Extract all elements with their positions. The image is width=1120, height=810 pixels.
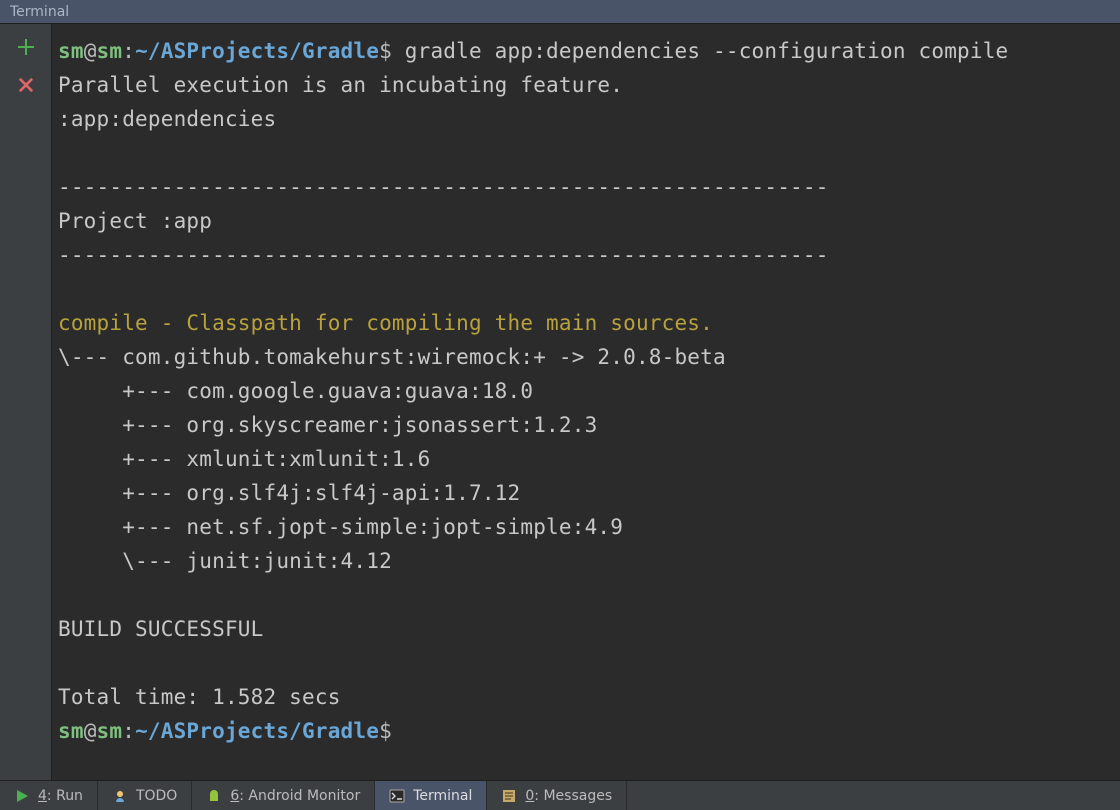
- terminal-gutter: [0, 24, 52, 780]
- new-session-icon[interactable]: [15, 36, 37, 58]
- prompt-dollar: $: [379, 39, 392, 63]
- line-build: BUILD SUCCESSFUL: [58, 617, 264, 641]
- line-project: Project :app: [58, 209, 212, 233]
- prompt2-user: sm: [58, 719, 84, 743]
- tab-todo-label: TODO: [136, 788, 177, 804]
- tab-messages-label: 0: Messages: [525, 788, 612, 804]
- tab-android-monitor[interactable]: 6: Android Monitor: [192, 781, 375, 810]
- tab-messages[interactable]: 0: Messages: [487, 781, 627, 810]
- terminal-output[interactable]: sm@sm:~/ASProjects/Gradle$ gradle app:de…: [52, 24, 1120, 780]
- dep-5: +--- net.sf.jopt-simple:jopt-simple:4.9: [58, 515, 623, 539]
- prompt-user: sm: [58, 39, 84, 63]
- line-parallel: Parallel execution is an incubating feat…: [58, 73, 623, 97]
- line-compile: compile - Classpath for compiling the ma…: [58, 311, 713, 335]
- hr2: ----------------------------------------…: [58, 243, 829, 267]
- dep-2: +--- org.skyscreamer:jsonassert:1.2.3: [58, 413, 597, 437]
- tab-run-label: 4: Run: [38, 788, 83, 804]
- tab-run[interactable]: 4: Run: [0, 781, 98, 810]
- prompt-at: @: [84, 39, 97, 63]
- tab-android-label: 6: Android Monitor: [230, 788, 360, 804]
- tab-todo[interactable]: TODO: [98, 781, 192, 810]
- dep-1: +--- com.google.guava:guava:18.0: [58, 379, 533, 403]
- dep-0: \--- com.github.tomakehurst:wiremock:+ -…: [58, 345, 726, 369]
- messages-icon: [501, 788, 517, 804]
- android-icon: [206, 788, 222, 804]
- prompt-host: sm: [97, 39, 123, 63]
- dep-6: \--- junit:junit:4.12: [58, 549, 392, 573]
- terminal-panel-title: Terminal: [0, 0, 1120, 24]
- dep-3: +--- xmlunit:xmlunit:1.6: [58, 447, 430, 471]
- line-task: :app:dependencies: [58, 107, 276, 131]
- dep-4: +--- org.slf4j:slf4j-api:1.7.12: [58, 481, 520, 505]
- terminal-icon: [389, 788, 405, 804]
- prompt2-at: @: [84, 719, 97, 743]
- todo-icon: [112, 788, 128, 804]
- line-time: Total time: 1.582 secs: [58, 685, 341, 709]
- tab-terminal[interactable]: Terminal: [375, 781, 487, 810]
- title-text: Terminal: [10, 4, 69, 20]
- prompt2-path: ~/ASProjects/Gradle: [135, 719, 379, 743]
- prompt-colon: :: [122, 39, 135, 63]
- prompt2-host: sm: [97, 719, 123, 743]
- tab-terminal-label: Terminal: [413, 788, 472, 804]
- prompt2-dollar: $: [379, 719, 392, 743]
- hr1: ----------------------------------------…: [58, 175, 829, 199]
- run-icon: [14, 788, 30, 804]
- close-session-icon[interactable]: [15, 74, 37, 96]
- tool-window-bar: 4: Run TODO 6: Android Monitor Terminal …: [0, 780, 1120, 810]
- prompt2-colon: :: [122, 719, 135, 743]
- terminal-main: sm@sm:~/ASProjects/Gradle$ gradle app:de…: [0, 24, 1120, 780]
- prompt-path: ~/ASProjects/Gradle: [135, 39, 379, 63]
- command-text: gradle app:dependencies --configuration …: [392, 39, 1008, 63]
